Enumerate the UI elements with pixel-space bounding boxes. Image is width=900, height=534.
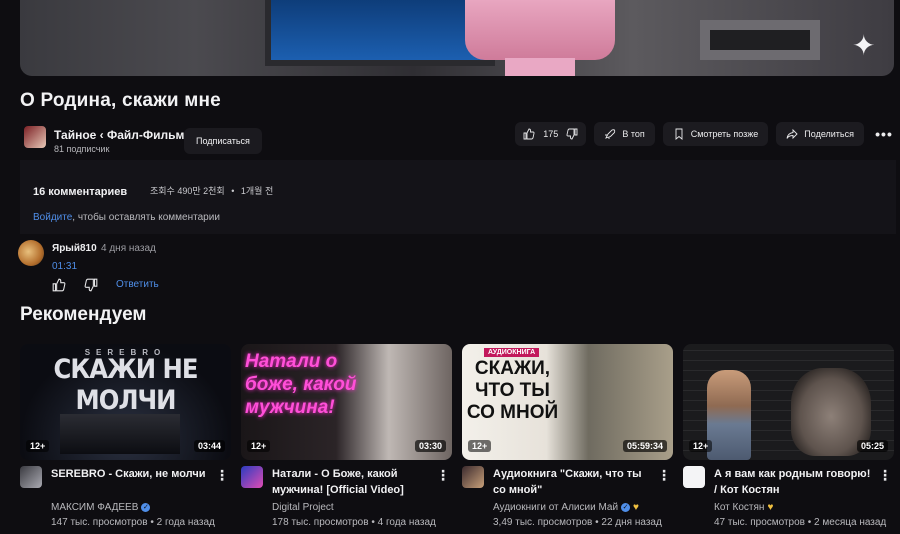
video-thumbnail[interactable]: Натали о боже, какой мужчина! 12+ 03:30 <box>241 344 452 460</box>
top-button[interactable]: В топ <box>594 122 655 146</box>
view-count: 조회수 490만 2천회 <box>150 186 225 196</box>
thumbnail-text: СКАЖИ НЕ МОЛЧИ <box>53 354 199 416</box>
video-player[interactable]: ✦ <box>20 0 894 76</box>
thumbnail-text: Натали о боже, какой мужчина! <box>245 351 357 418</box>
video-card-author[interactable]: МАКСИМ ФАДЕЕВ ✓ <box>51 502 151 513</box>
video-card-info: А я вам как родным говорю! / Кот Костян … <box>683 460 894 530</box>
card-menu-icon[interactable]: ⋮ <box>436 467 450 484</box>
duration-badge: 03:30 <box>414 440 446 452</box>
channel-subscribers: 81 подписчик <box>54 144 110 154</box>
duration-badge: 05:25 <box>856 440 888 452</box>
video-card-stats: 147 тыс. просмотров • 2 года назад <box>51 517 215 528</box>
video-card-info: Аудиокнига "Скажи, что ты со мной" ⋮ Ауд… <box>462 460 673 530</box>
video-card-stats: 3,49 тыс. просмотров • 22 дня назад <box>493 517 662 528</box>
card-menu-icon[interactable]: ⋮ <box>878 467 892 484</box>
channel-avatar[interactable] <box>683 466 705 488</box>
video-card[interactable]: Натали о боже, какой мужчина! 12+ 03:30 … <box>241 344 452 530</box>
video-card-stats: 178 тыс. просмотров • 4 года назад <box>272 517 436 528</box>
video-thumbnail[interactable]: АУДИОКНИГА СКАЖИ, ЧТО ТЫ СО МНОЙ 12+ 05:… <box>462 344 673 460</box>
rocket-icon <box>605 129 616 139</box>
login-prompt: Войдите, чтобы оставлять комментарии <box>33 212 220 223</box>
author-name: МАКСИМ ФАДЕЕВ <box>51 502 139 513</box>
video-thumbnail[interactable]: 12+ 05:25 <box>683 344 894 460</box>
age-badge: 12+ <box>689 440 713 452</box>
comment-timestamp-link[interactable]: 01:31 <box>52 261 77 272</box>
comment-thumbs-up-icon[interactable] <box>52 278 66 292</box>
comment-avatar[interactable] <box>18 240 44 266</box>
share-label: Поделиться <box>804 129 854 139</box>
video-card-author[interactable]: Кот Костян ♥ <box>714 502 773 513</box>
channel-avatar[interactable] <box>241 466 263 488</box>
recommend-heading: Рекомендуем <box>20 304 147 325</box>
age-badge: 12+ <box>468 440 492 452</box>
age-badge: 12+ <box>26 440 50 452</box>
video-frame-window <box>265 0 495 66</box>
channel-row: Тайное ‹ Файл-Фильм 81 подписчик Подписа… <box>20 122 896 156</box>
thumbnail-label: АУДИОКНИГА <box>484 348 540 357</box>
video-thumbnail[interactable]: SEREBRO СКАЖИ НЕ МОЛЧИ 12+ 03:44 <box>20 344 231 460</box>
login-prompt-text: , чтобы оставлять комментарии <box>72 212 220 223</box>
author-name: Кот Костян <box>714 502 765 513</box>
video-card-title[interactable]: А я вам как родным говорю! / Кот Костян <box>714 466 874 498</box>
share-icon <box>786 128 798 140</box>
channel-avatar[interactable] <box>462 466 484 488</box>
channel-avatar[interactable] <box>20 466 42 488</box>
video-frame-legs <box>505 58 575 76</box>
thumbs-down-icon[interactable] <box>566 128 578 140</box>
subscribe-button[interactable]: Подписаться <box>184 128 262 154</box>
top-label: В топ <box>622 129 645 139</box>
age-badge: 12+ <box>247 440 271 452</box>
sparkle-icon: ✦ <box>852 30 876 61</box>
watch-later-label: Смотреть позже <box>690 129 759 139</box>
comment-item: Ярый810 4 дня назад 01:31 Ответить <box>18 240 418 300</box>
comment-time: 4 дня назад <box>101 243 156 254</box>
video-actions: 175 В топ Смотреть позже Поделиться ••• <box>515 122 896 146</box>
video-card-author[interactable]: Digital Project <box>272 502 334 513</box>
meta-separator: • <box>231 186 235 196</box>
video-frame-figure <box>465 0 615 60</box>
like-count: 175 <box>543 129 559 139</box>
verified-icon: ✓ <box>621 502 631 512</box>
video-card-title[interactable]: Натали - О Боже, какой мужчина! [Officia… <box>272 466 432 498</box>
publish-date: 1개월 전 <box>240 186 274 196</box>
author-name: Аудиокниги от Алисии Май <box>493 502 619 513</box>
reply-button[interactable]: Ответить <box>116 279 159 290</box>
description-box: 16 комментариев 조회수 490만 2천회 • 1개월 전 Вой… <box>20 160 896 234</box>
video-card-title[interactable]: Аудиокнига "Скажи, что ты со мной" <box>493 466 653 498</box>
duration-badge: 03:44 <box>193 440 225 452</box>
video-card-title[interactable]: SEREBRO - Скажи, не молчи <box>51 466 211 482</box>
channel-avatar[interactable] <box>24 126 46 148</box>
card-menu-icon[interactable]: ⋮ <box>657 467 671 484</box>
watch-later-button[interactable]: Смотреть позже <box>662 122 769 146</box>
video-title: О Родина, скажи мне <box>20 90 221 111</box>
card-menu-icon[interactable]: ⋮ <box>215 467 229 484</box>
channel-name[interactable]: Тайное ‹ Файл-Фильм <box>54 128 184 142</box>
verified-icon: ✓ <box>141 502 151 512</box>
video-card[interactable]: 12+ 05:25 А я вам как родным говорю! / К… <box>683 344 894 530</box>
heart-icon: ♥ <box>633 502 639 513</box>
video-meta: 조회수 490만 2천회 • 1개월 전 <box>150 184 277 197</box>
video-card-info: Натали - О Боже, какой мужчина! [Officia… <box>241 460 452 530</box>
video-card-author[interactable]: Аудиокниги от Алисии Май ✓ ♥ <box>493 502 639 513</box>
video-card-stats: 47 тыс. просмотров • 2 месяца назад <box>714 517 887 528</box>
comment-author[interactable]: Ярый810 <box>52 243 97 254</box>
comments-count: 16 комментариев <box>33 186 128 198</box>
share-button[interactable]: Поделиться <box>776 122 864 146</box>
more-options-button[interactable]: ••• <box>872 122 896 146</box>
video-card[interactable]: SEREBRO СКАЖИ НЕ МОЛЧИ 12+ 03:44 SEREBRO… <box>20 344 231 530</box>
thumbnail-figures <box>60 414 180 454</box>
thumbnail-text: СКАЖИ, ЧТО ТЫ СО МНОЙ <box>466 358 559 423</box>
duration-badge: 05:59:34 <box>622 440 667 452</box>
thumbs-up-icon[interactable] <box>523 128 535 140</box>
video-card[interactable]: АУДИОКНИГА СКАЖИ, ЧТО ТЫ СО МНОЙ 12+ 05:… <box>462 344 673 530</box>
video-card-info: SEREBRO - Скажи, не молчи ⋮ МАКСИМ ФАДЕЕ… <box>20 460 231 530</box>
video-frame-shelf <box>700 20 820 60</box>
like-dislike-group: 175 <box>515 122 587 146</box>
bookmark-icon <box>675 128 683 140</box>
login-link[interactable]: Войдите <box>33 212 72 223</box>
comment-thumbs-down-icon[interactable] <box>84 278 98 292</box>
heart-icon: ♥ <box>767 502 774 513</box>
thumbnail-person <box>707 370 751 460</box>
